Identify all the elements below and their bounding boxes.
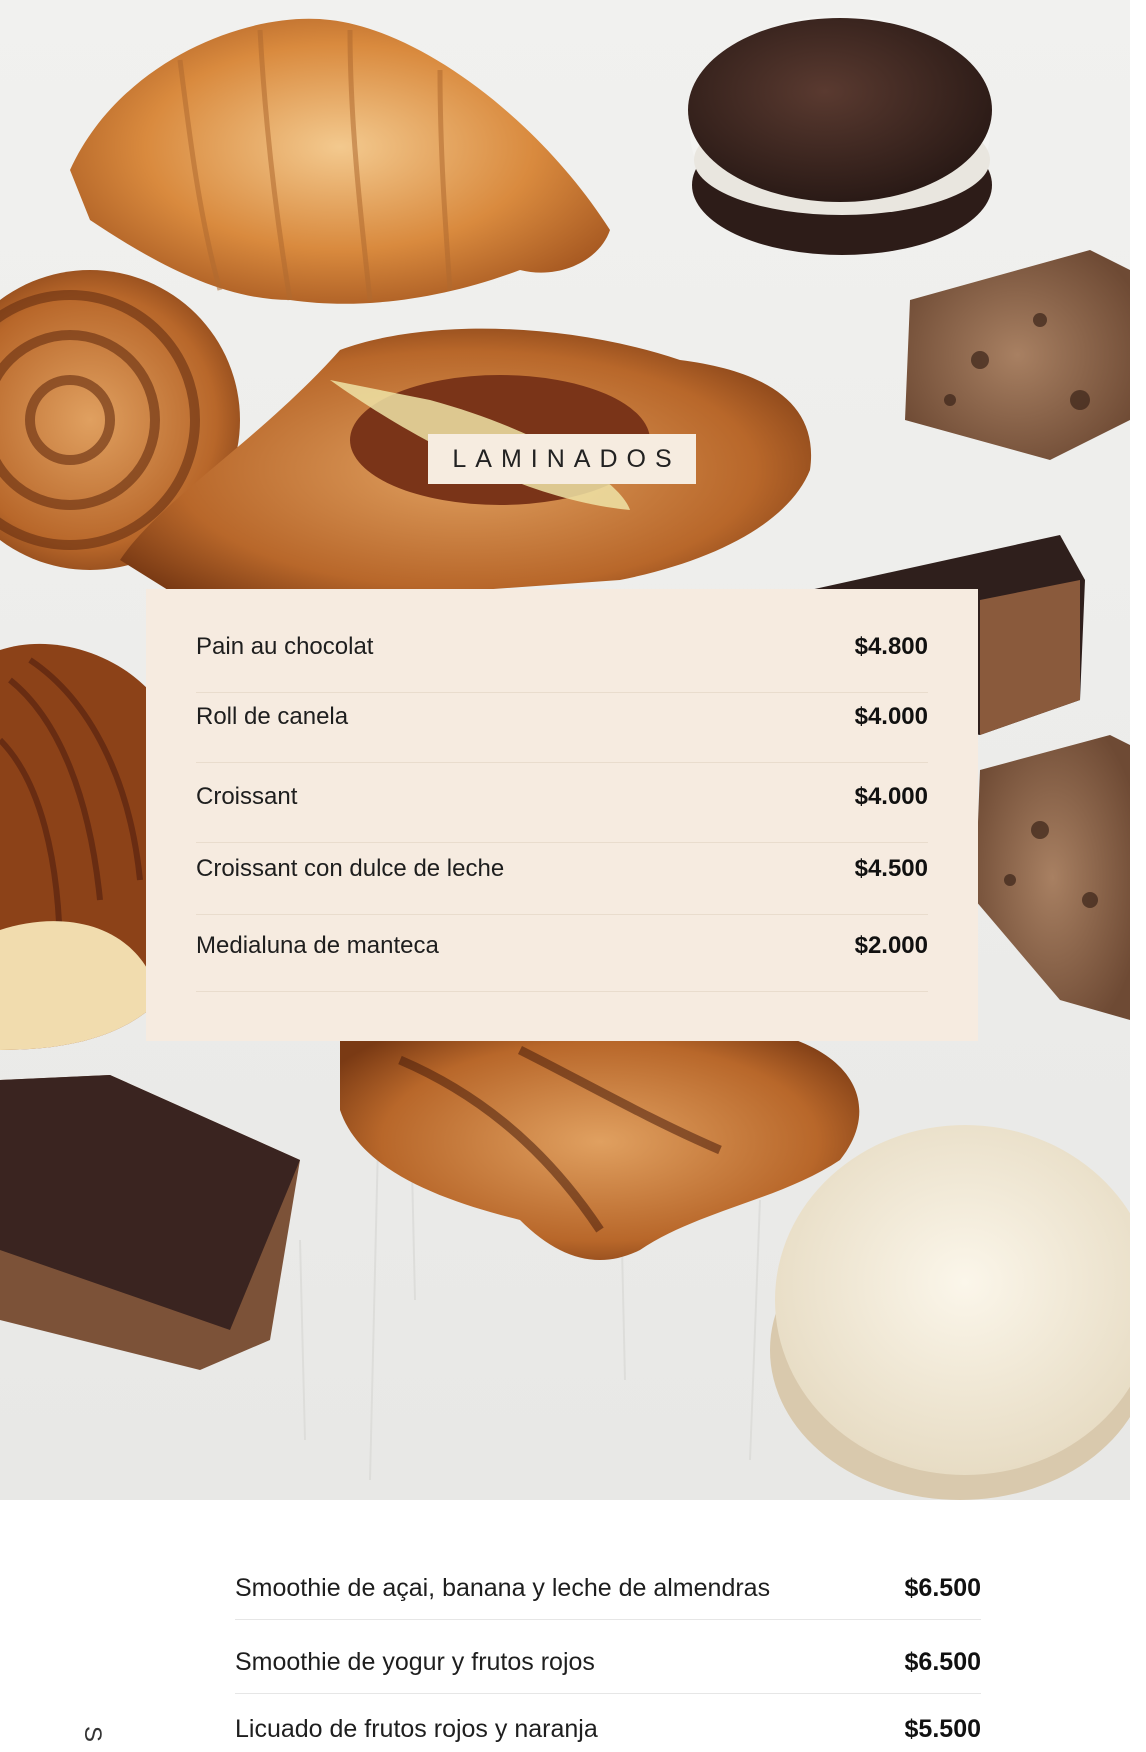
- menu-row: Licuado de frutos rojos y naranja $5.500: [235, 1715, 981, 1752]
- item-name: Croissant: [196, 783, 298, 810]
- menu-row: Medialuna de manteca $2.000: [196, 932, 928, 992]
- item-price: $6.500: [904, 1574, 981, 1602]
- menu-row: Roll de canela $4.000: [196, 703, 928, 763]
- item-name: Medialuna de manteca: [196, 932, 439, 959]
- menu-row: Croissant con dulce de leche $4.500: [196, 855, 928, 915]
- item-price: $4.000: [854, 703, 928, 730]
- item-price: $4.500: [854, 855, 928, 882]
- item-name: Pain au chocolat: [196, 633, 374, 660]
- item-name: Licuado de frutos rojos y naranja: [235, 1715, 598, 1743]
- menu-row: Croissant $4.000: [196, 783, 928, 843]
- item-price: $4.800: [854, 633, 928, 660]
- item-name: Croissant con dulce de leche: [196, 855, 505, 882]
- menu-row: Smoothie de yogur y frutos rojos $6.500: [235, 1648, 981, 1694]
- item-price: $4.000: [854, 783, 928, 810]
- menu-row: Pain au chocolat $4.800: [196, 633, 928, 693]
- item-price: $6.500: [904, 1648, 981, 1676]
- side-heading-letter: S: [79, 1725, 107, 1743]
- item-price: $5.500: [904, 1715, 981, 1743]
- menu-row: Smoothie de açai, banana y leche de alme…: [235, 1574, 981, 1620]
- item-name: Smoothie de açai, banana y leche de alme…: [235, 1574, 771, 1602]
- item-price: $2.000: [854, 932, 928, 959]
- item-name: Roll de canela: [196, 703, 349, 730]
- section-title: LAMINADOS: [428, 434, 696, 484]
- menu-card: Pain au chocolat $4.800 Roll de canela $…: [146, 589, 978, 1041]
- menu-page: LAMINADOS Pain au chocolat $4.800 Roll d…: [0, 0, 1146, 1752]
- item-name: Smoothie de yogur y frutos rojos: [235, 1648, 595, 1676]
